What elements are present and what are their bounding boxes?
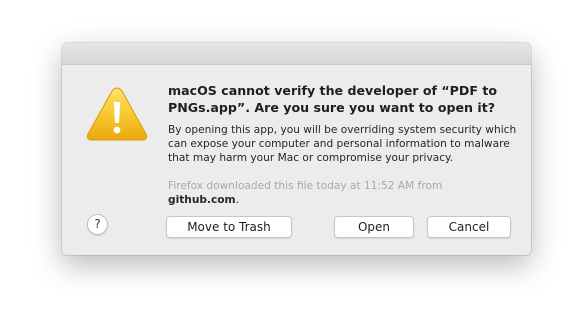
move-to-trash-button[interactable]: Move to Trash [166, 216, 292, 238]
dialog-message: By opening this app, you will be overrid… [168, 124, 517, 164]
security-dialog: macOS cannot verify the developer of “PD… [62, 43, 531, 255]
open-button[interactable]: Open [334, 216, 414, 238]
warning-triangle-icon [86, 87, 148, 141]
download-source-prefix: Firefox downloaded this file today at 11… [168, 180, 443, 192]
download-source-suffix: . [235, 194, 239, 206]
dialog-heading: macOS cannot verify the developer of “PD… [168, 83, 498, 115]
cancel-button[interactable]: Cancel [427, 216, 511, 238]
help-button[interactable]: ? [87, 214, 108, 235]
download-source-domain: github.com [168, 194, 236, 206]
download-source: Firefox downloaded this file today at 11… [168, 179, 518, 207]
dialog-titlebar[interactable] [62, 43, 531, 65]
